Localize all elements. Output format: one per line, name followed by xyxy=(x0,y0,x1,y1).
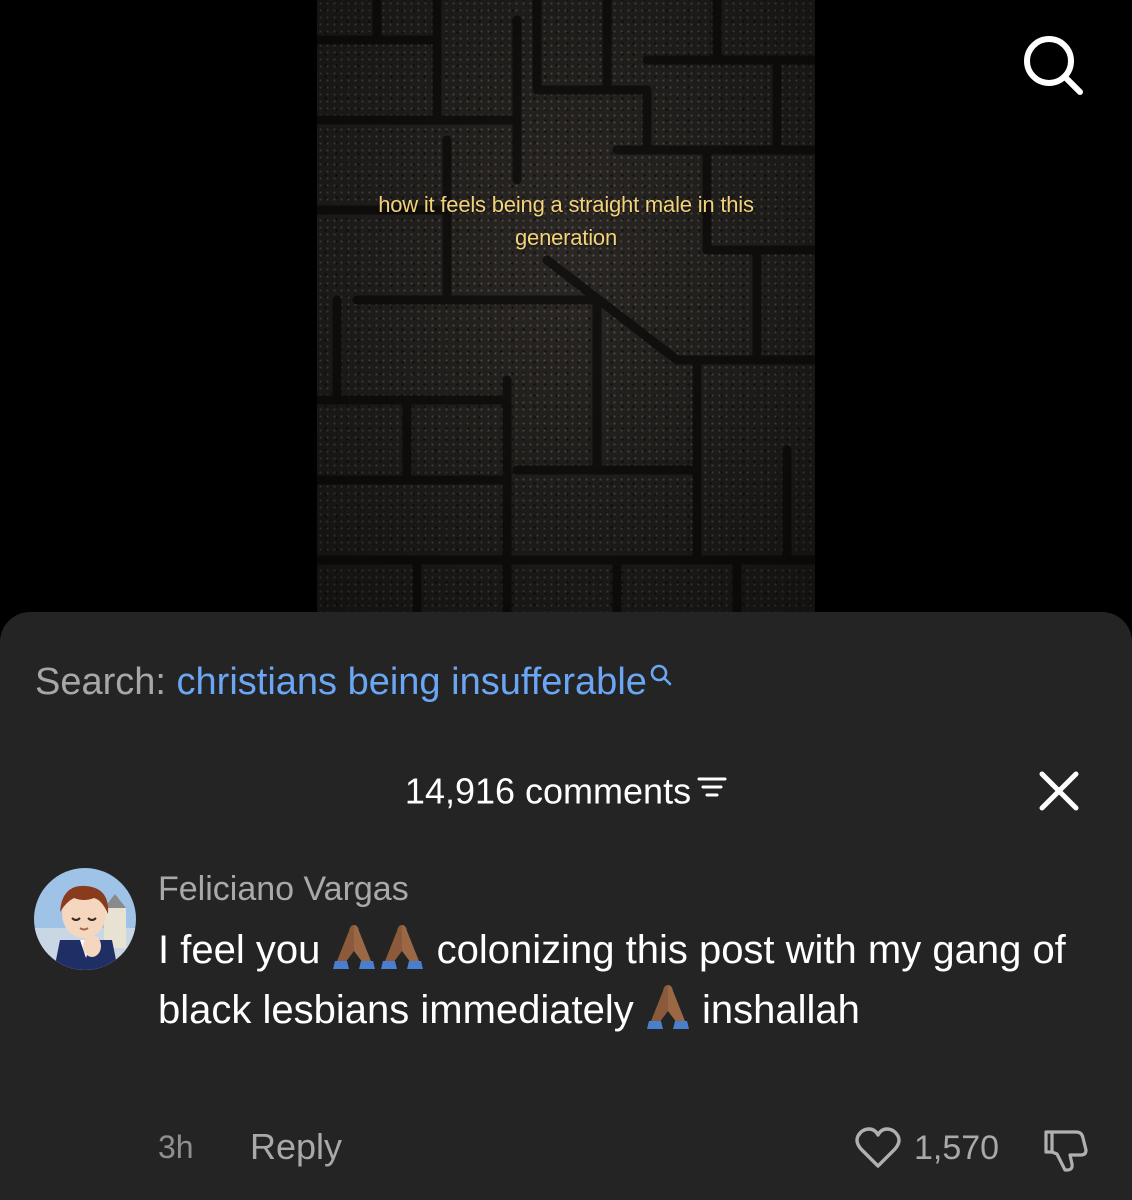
search-icon xyxy=(1024,36,1083,95)
search-suggestion[interactable]: Search: christians being insufferable xyxy=(35,657,673,707)
comment-timestamp: 3h xyxy=(158,1129,194,1165)
search-suggestion-query[interactable]: christians being insufferable xyxy=(177,661,647,703)
video-player[interactable]: how it feels being a straight male in th… xyxy=(317,0,815,630)
comment-text-part-1: I feel you xyxy=(158,928,321,972)
video-frame-pavement xyxy=(317,0,815,630)
folded-hands-emoji xyxy=(646,985,689,1029)
filter-icon xyxy=(697,777,727,797)
app-screen: how it feels being a straight male in th… xyxy=(0,0,1132,1200)
dislike-button[interactable] xyxy=(1040,1124,1090,1174)
like-button[interactable]: 1,570 xyxy=(854,1126,999,1170)
search-suggestion-prefix: Search: xyxy=(35,661,166,703)
comment-author[interactable]: Feliciano Vargas xyxy=(158,866,409,912)
comment-body: I feel you colonizing this post with my … xyxy=(158,920,1088,1040)
sort-filter-button[interactable] xyxy=(697,764,727,814)
close-icon xyxy=(1039,771,1079,811)
search-button[interactable] xyxy=(1018,30,1088,100)
avatar[interactable] xyxy=(34,868,136,970)
comments-count: 14,916 comments xyxy=(404,770,692,812)
dislike-icon xyxy=(1044,1130,1088,1172)
close-comments-button[interactable] xyxy=(1036,768,1082,814)
comment-text-part-3: inshallah xyxy=(702,988,860,1032)
avatar-image xyxy=(34,868,136,970)
reply-button[interactable]: Reply xyxy=(250,1122,342,1172)
search-icon xyxy=(650,664,672,686)
folded-hands-emoji xyxy=(381,925,424,969)
comments-header: 14,916 comments xyxy=(0,764,1132,816)
video-caption: how it feels being a straight male in th… xyxy=(378,192,754,250)
folded-hands-emoji xyxy=(333,925,376,969)
heart-icon xyxy=(855,1127,901,1168)
like-count: 1,570 xyxy=(914,1129,1000,1167)
